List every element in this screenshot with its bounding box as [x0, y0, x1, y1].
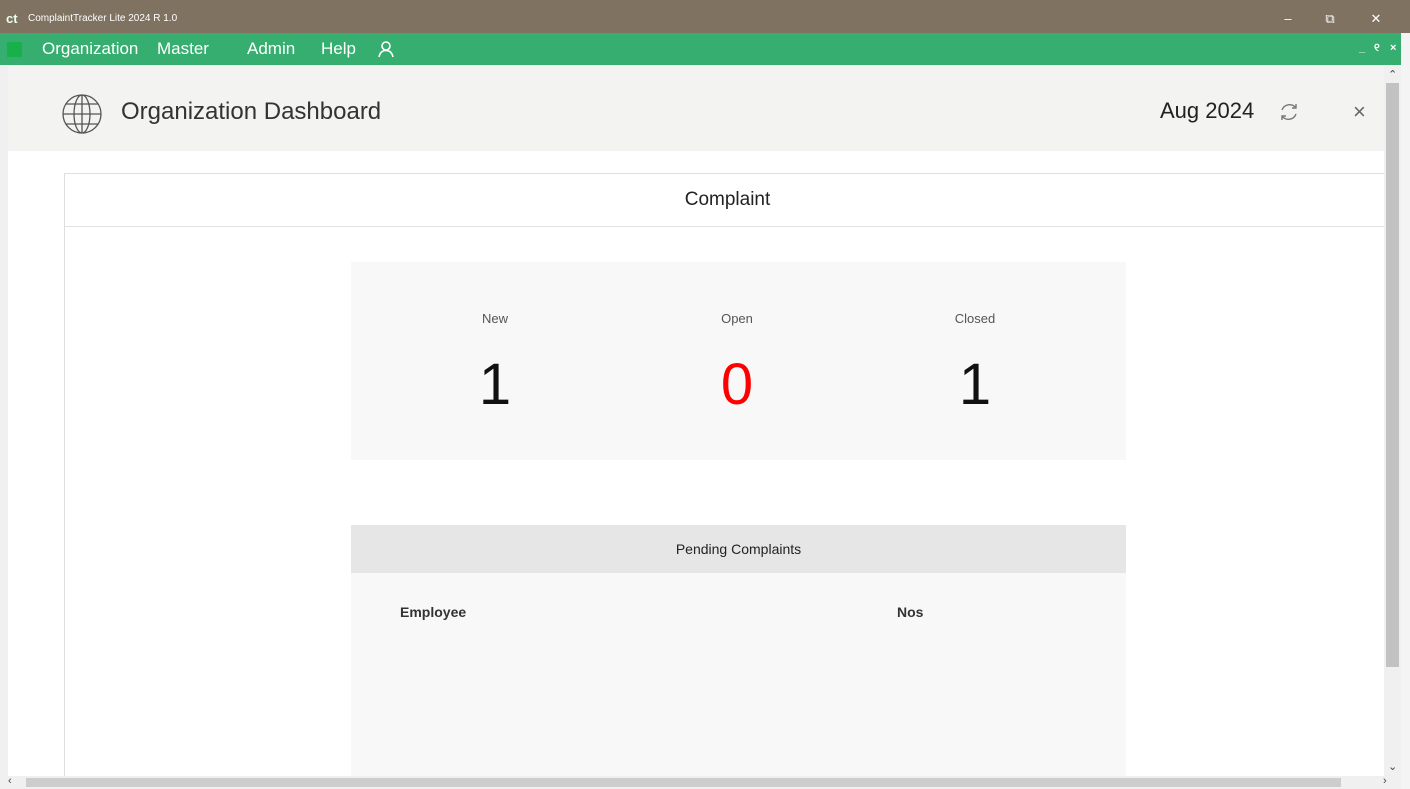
globe-icon: [61, 93, 103, 140]
horizontal-scrollbar[interactable]: ‹ ›: [0, 775, 1401, 789]
stat-new-value[interactable]: 1: [395, 352, 595, 418]
menu-bar: [0, 33, 1410, 65]
scroll-down-arrow-icon[interactable]: ⌄: [1388, 760, 1397, 773]
stat-open-label: Open: [721, 311, 753, 326]
stat-new-label: New: [481, 311, 508, 326]
mdi-minimize-button[interactable]: _: [1359, 42, 1365, 54]
user-icon[interactable]: [377, 40, 395, 63]
menu-admin[interactable]: Admin: [247, 38, 295, 60]
dashboard-content: Organization Dashboard Aug 2024 × Compla…: [8, 66, 1384, 776]
complaint-stats: New 1 Open 0 Closed 1: [351, 262, 1126, 460]
horizontal-scroll-thumb[interactable]: [26, 778, 1341, 787]
window-close-button[interactable]: ✕: [1366, 10, 1386, 28]
scroll-left-arrow-icon[interactable]: ‹: [8, 775, 12, 787]
refresh-icon[interactable]: [1278, 101, 1300, 128]
menu-help[interactable]: Help: [321, 38, 356, 60]
menu-app-square: [7, 42, 22, 57]
pending-complaints-table: Employee Nos: [351, 573, 1126, 776]
period-label: Aug 2024: [1160, 98, 1255, 123]
window-title: ComplaintTracker Lite 2024 R 1.0: [28, 13, 178, 24]
window-right-edge: [1401, 33, 1410, 789]
scroll-up-arrow-icon[interactable]: ⌃: [1388, 68, 1397, 81]
complaint-panel: Complaint New 1 Open 0 Closed 1 Pending …: [64, 173, 1384, 776]
menu-master[interactable]: Master: [157, 38, 209, 60]
menu-organization[interactable]: Organization: [42, 38, 138, 60]
complaint-panel-title: Complaint: [65, 174, 1384, 227]
mdi-close-button[interactable]: ×: [1390, 42, 1396, 54]
stat-closed-label: Closed: [954, 311, 996, 326]
page-title: Organization Dashboard: [121, 98, 382, 125]
app-logo-icon: ct: [6, 11, 18, 26]
stat-open-value[interactable]: 0: [637, 352, 837, 418]
pending-complaints-title: Pending Complaints: [351, 525, 1126, 573]
vertical-scroll-thumb[interactable]: [1386, 83, 1399, 667]
window-titlebar: ct ComplaintTracker Lite 2024 R 1.0 – ⧉ …: [0, 0, 1410, 33]
vertical-scrollbar[interactable]: ⌃ ⌄: [1384, 66, 1401, 776]
scroll-right-arrow-icon[interactable]: ›: [1383, 775, 1387, 787]
dashboard-header: Organization Dashboard Aug 2024 ×: [8, 66, 1384, 151]
close-dashboard-button[interactable]: ×: [1353, 101, 1366, 123]
column-header-employee[interactable]: Employee: [400, 604, 466, 620]
window-maximize-button[interactable]: ⧉: [1320, 10, 1340, 28]
window-minimize-button[interactable]: –: [1278, 10, 1298, 28]
column-header-nos[interactable]: Nos: [897, 604, 923, 620]
mdi-restore-button[interactable]: ୧: [1374, 42, 1380, 55]
stat-closed-value[interactable]: 1: [875, 352, 1075, 418]
